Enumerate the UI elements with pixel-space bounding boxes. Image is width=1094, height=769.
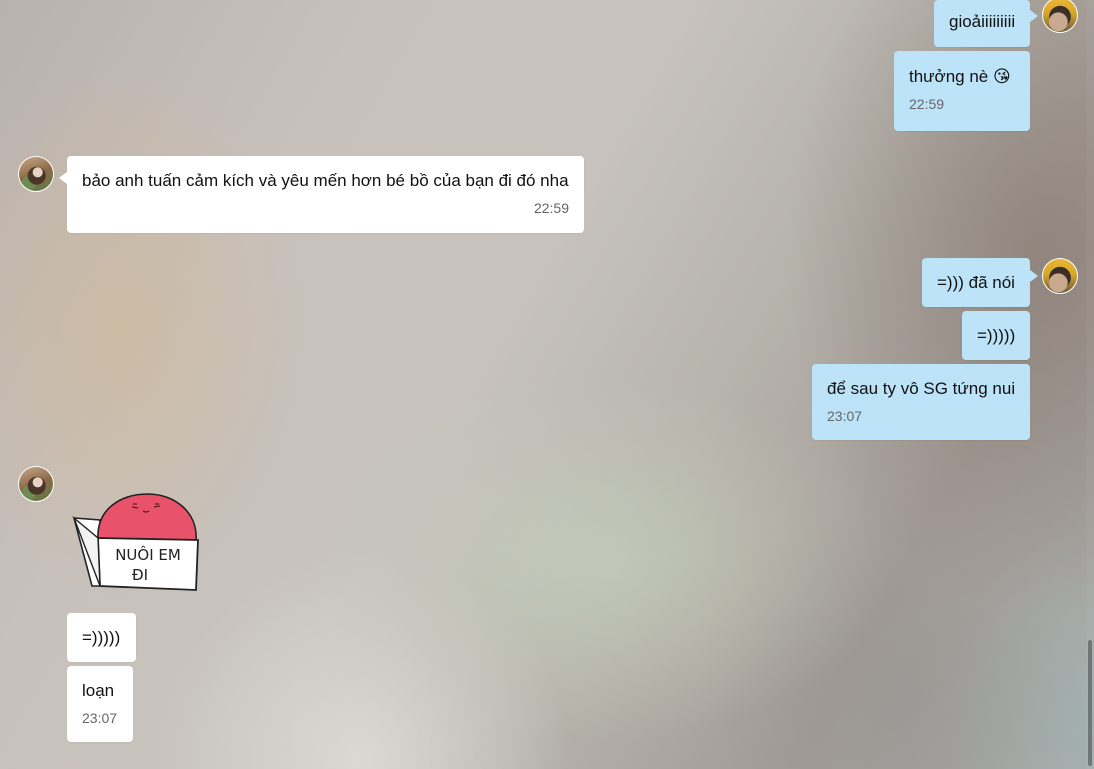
sticker-text-line1: NUÔI EM — [115, 545, 181, 564]
message-bubble-incoming[interactable]: =))))) — [67, 613, 136, 662]
message-time: 22:59 — [533, 200, 569, 216]
message-bubble-outgoing[interactable]: gioảiiiiiiiii — [934, 0, 1030, 47]
nuoi-em-di-sticker[interactable]: NUÔI EM ĐI — [70, 490, 202, 594]
bubble-tail — [1030, 10, 1038, 22]
message-text: =))))) — [977, 326, 1016, 345]
message-text: bảo anh tuấn cảm kích và yêu mến hơn bé … — [82, 171, 569, 190]
message-text: thưởng nè 😘 — [909, 67, 1011, 86]
message-bubble-incoming[interactable]: loạn 23:07 — [67, 666, 133, 742]
my-avatar[interactable] — [1042, 258, 1078, 294]
chat-conversation: gioảiiiiiiiii thưởng nè 😘 22:59 bảo anh … — [0, 0, 1094, 769]
contact-avatar[interactable] — [18, 156, 54, 192]
sticker-text-line2: ĐI — [132, 566, 148, 584]
message-text: để sau ty vô SG tứng nui — [827, 379, 1016, 398]
sticker-blob — [97, 493, 197, 541]
message-bubble-incoming[interactable]: bảo anh tuấn cảm kích và yêu mến hơn bé … — [67, 156, 584, 233]
my-avatar[interactable] — [1042, 0, 1078, 33]
message-time: 23:07 — [82, 710, 118, 726]
message-text: =))) đã nói — [937, 273, 1015, 292]
message-time: 23:07 — [827, 408, 863, 424]
message-bubble-outgoing[interactable]: để sau ty vô SG tứng nui 23:07 — [812, 364, 1030, 440]
message-text: gioảiiiiiiiii — [949, 12, 1016, 31]
contact-avatar[interactable] — [18, 466, 54, 502]
bubble-tail — [1030, 270, 1038, 282]
message-time: 22:59 — [909, 96, 945, 112]
message-bubble-outgoing[interactable]: thưởng nè 😘 22:59 — [894, 51, 1030, 131]
message-text: loạn — [82, 681, 115, 700]
scrollbar-thumb[interactable] — [1088, 640, 1092, 766]
message-bubble-outgoing[interactable]: =))) đã nói — [922, 258, 1030, 307]
message-bubble-outgoing[interactable]: =))))) — [962, 311, 1030, 360]
bubble-tail — [59, 172, 67, 184]
message-text: =))))) — [82, 628, 121, 647]
